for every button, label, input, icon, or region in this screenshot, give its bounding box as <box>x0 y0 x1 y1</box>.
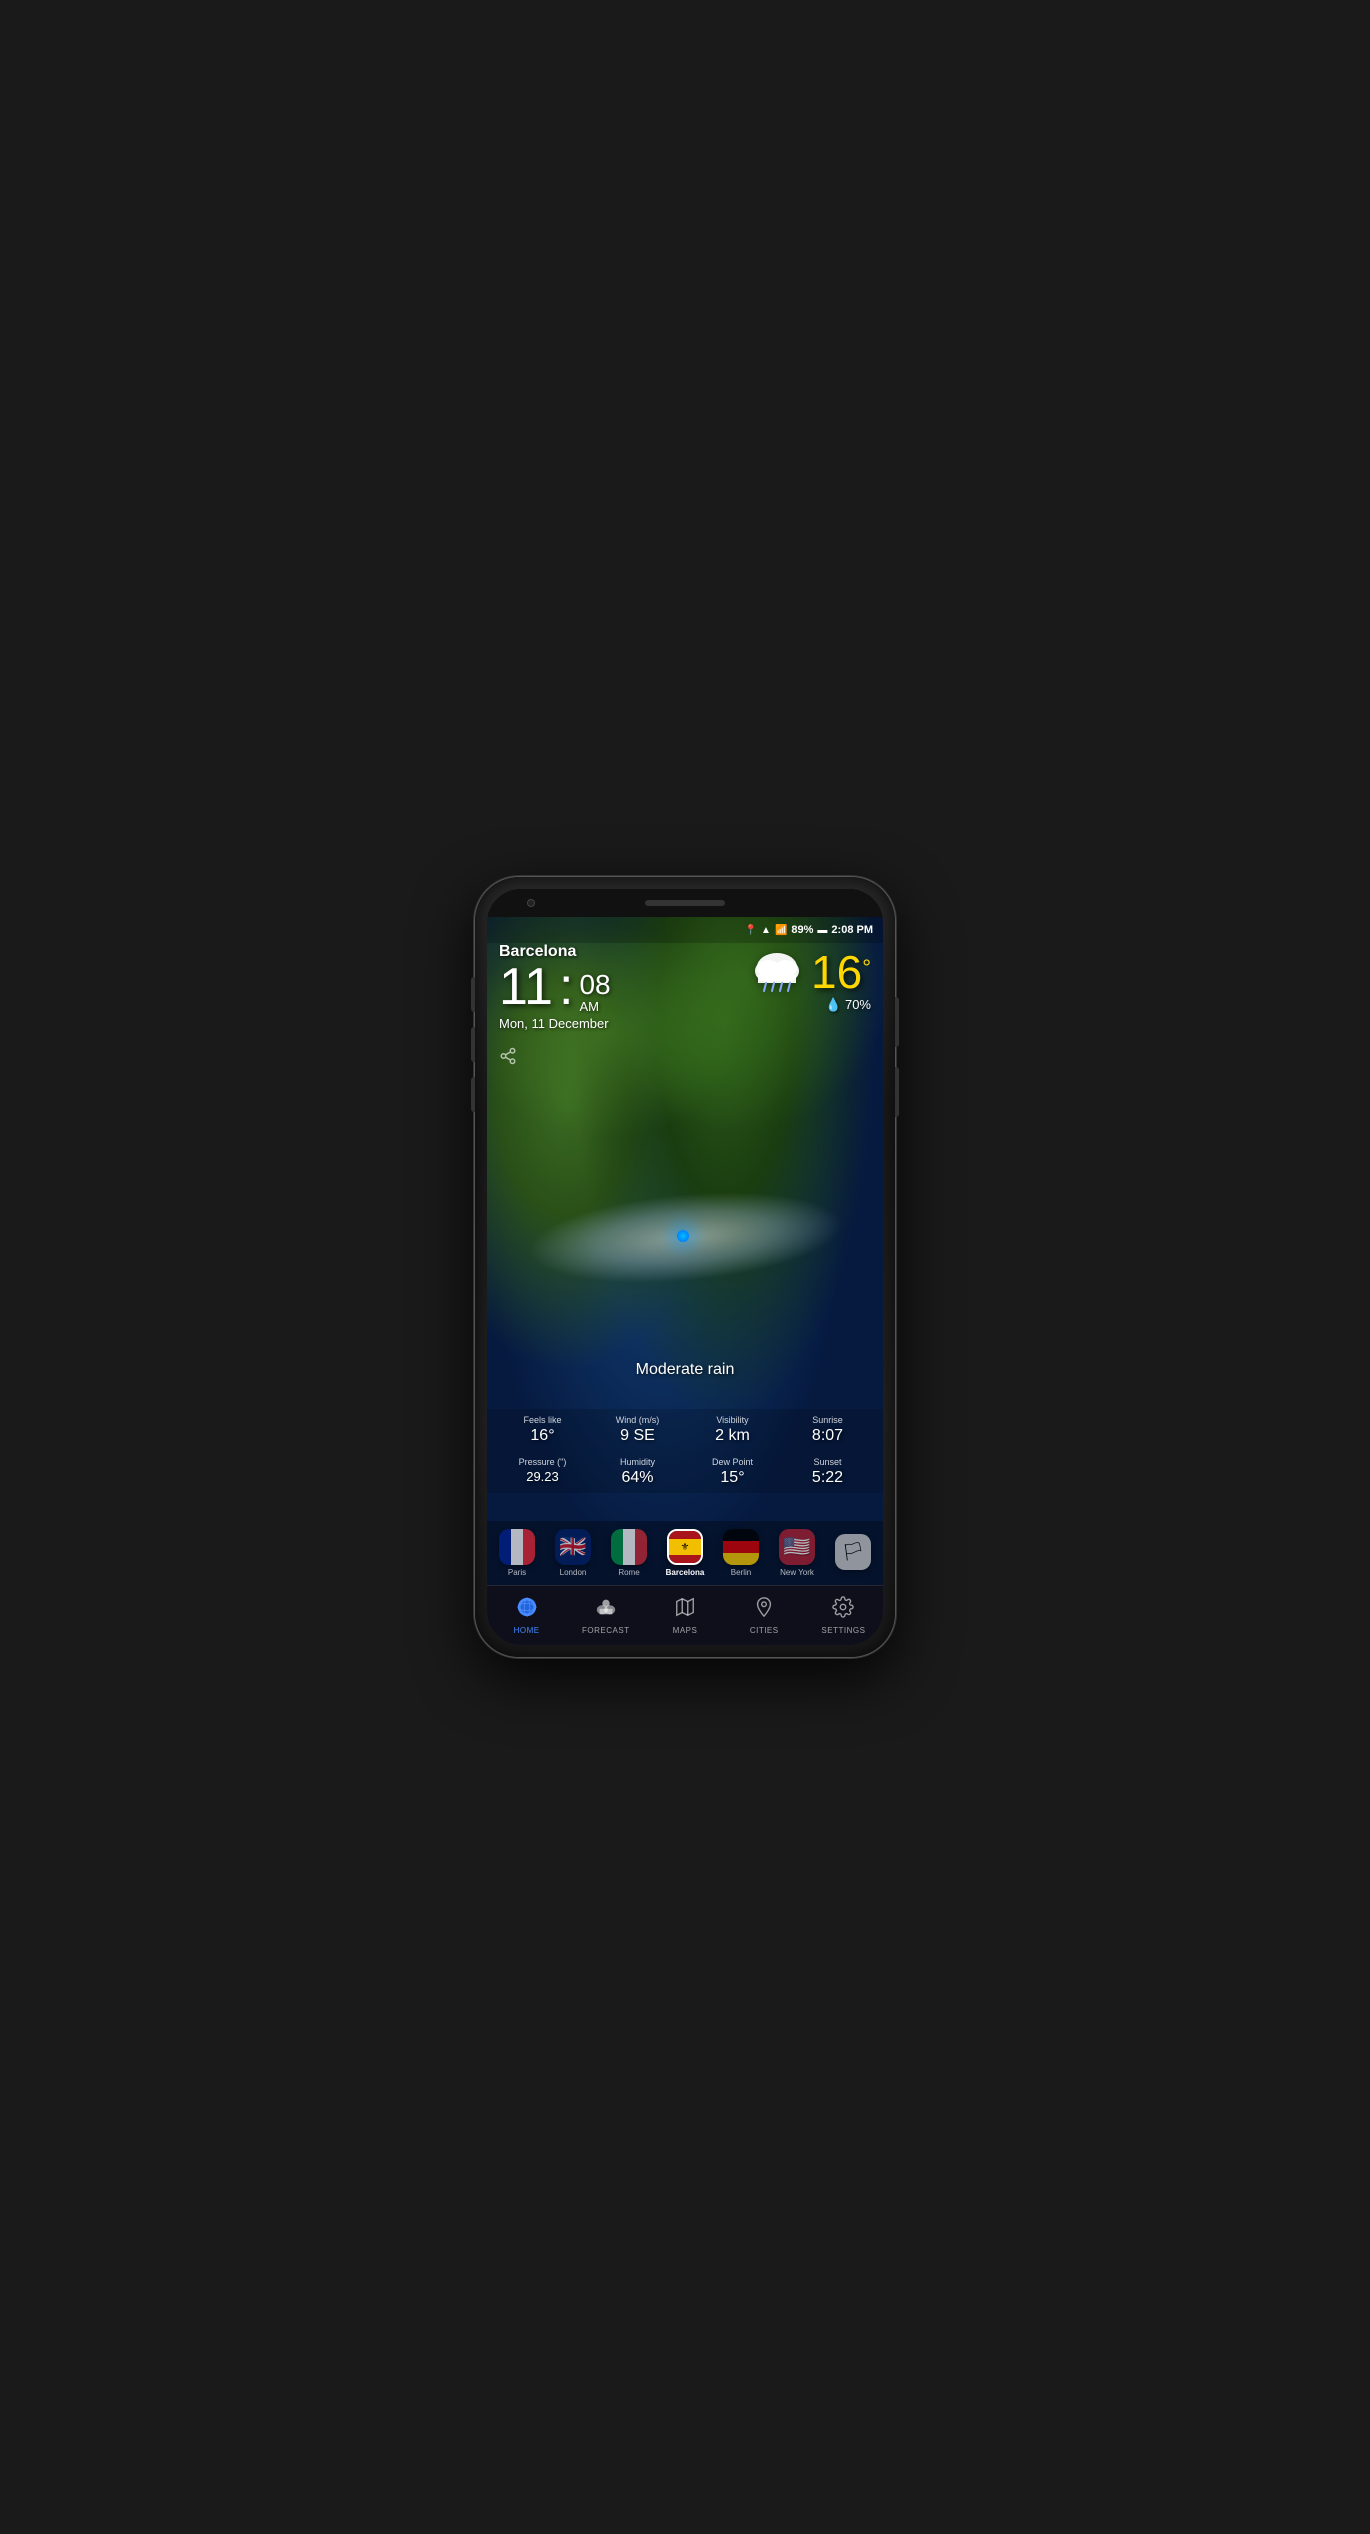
status-icons: 📍 ▲ 📶 89% ▬ 2:08 PM <box>745 924 873 936</box>
london-flag <box>555 1529 591 1565</box>
time-minutes: 08 <box>579 971 610 999</box>
city-paris[interactable]: Paris <box>491 1529 543 1577</box>
bottom-navigation: HOME FORECAST <box>487 1585 883 1645</box>
feels-like-label: Feels like <box>499 1415 586 1425</box>
visibility-stat: Visibility 2 km <box>685 1409 780 1451</box>
location-status-icon: 📍 <box>745 925 757 936</box>
us-flag <box>779 1529 815 1565</box>
city-london[interactable]: London <box>547 1529 599 1577</box>
italian-flag <box>611 1529 647 1565</box>
battery-icon: ▬ <box>817 925 827 936</box>
front-camera <box>527 899 535 907</box>
feels-like-stat: Feels like 16° <box>495 1409 590 1451</box>
uk-flag <box>555 1529 591 1565</box>
german-flag <box>723 1529 759 1565</box>
cities-row: Paris London <box>487 1521 883 1585</box>
status-bar: 📍 ▲ 📶 89% ▬ 2:08 PM <box>487 917 883 943</box>
home-nav-label: HOME <box>514 1626 540 1635</box>
city-rome[interactable]: Rome <box>603 1529 655 1577</box>
phone-frame: 📍 ▲ 📶 89% ▬ 2:08 PM Barcelona 11 : 08 AM <box>475 877 895 1657</box>
pressure-value: 29.23 <box>499 1469 586 1484</box>
weather-stats-grid: Feels like 16° Wind (m/s) 9 SE Visibilit… <box>487 1409 883 1493</box>
battery-percent: 89% <box>791 924 813 936</box>
city-barcelona[interactable]: ⚜ Barcelona <box>659 1529 711 1577</box>
new-york-label: New York <box>780 1568 814 1577</box>
humidity-drop-icon: 💧 <box>825 997 841 1012</box>
nav-settings[interactable]: SETTINGS <box>804 1590 883 1641</box>
maps-nav-label: MAPS <box>673 1626 698 1635</box>
rome-label: Rome <box>618 1568 639 1577</box>
dew-point-value: 15° <box>689 1469 776 1487</box>
feels-like-value: 16° <box>499 1427 586 1445</box>
paris-flag <box>499 1529 535 1565</box>
humidity-stat-label: Humidity <box>594 1457 681 1467</box>
other-flag-img <box>835 1534 871 1570</box>
barcelona-label: Barcelona <box>666 1568 705 1577</box>
temperature: 16 <box>811 949 862 995</box>
date: Mon, 11 December <box>499 1016 871 1031</box>
phone-top-bar <box>487 889 883 917</box>
nav-cities[interactable]: CITIES <box>725 1590 804 1641</box>
rome-flag <box>611 1529 647 1565</box>
nav-maps[interactable]: MAPS <box>645 1590 724 1641</box>
time-details: 08 AM <box>579 961 610 1014</box>
forecast-nav-icon <box>595 1596 617 1624</box>
wind-value: 9 SE <box>594 1427 681 1445</box>
time-ampm: AM <box>579 999 610 1014</box>
dew-point-stat: Dew Point 15° <box>685 1451 780 1493</box>
settings-nav-icon <box>832 1596 854 1624</box>
weather-icon-temp: 16 ° <box>750 947 871 997</box>
visibility-label: Visibility <box>689 1415 776 1425</box>
humidity-stat: Humidity 64% <box>590 1451 685 1493</box>
time-hour: 11 <box>499 961 553 1013</box>
humidity-row: 💧 70% <box>750 997 871 1013</box>
city-berlin[interactable]: Berlin <box>715 1529 767 1577</box>
nav-home[interactable]: HOME <box>487 1590 566 1641</box>
berlin-label: Berlin <box>731 1568 751 1577</box>
wind-label: Wind (m/s) <box>594 1415 681 1425</box>
wind-stat: Wind (m/s) 9 SE <box>590 1409 685 1451</box>
berlin-flag <box>723 1529 759 1565</box>
condition-description: Moderate rain <box>487 1361 883 1379</box>
cities-nav-label: CITIES <box>750 1626 779 1635</box>
sunset-value: 5:22 <box>784 1469 871 1487</box>
city-new-york[interactable]: New York <box>771 1529 823 1577</box>
pressure-stat: Pressure (") 29.23 <box>495 1451 590 1493</box>
nav-forecast[interactable]: FORECAST <box>566 1590 645 1641</box>
screen: 📍 ▲ 📶 89% ▬ 2:08 PM Barcelona 11 : 08 AM <box>487 917 883 1645</box>
sunset-stat: Sunset 5:22 <box>780 1451 875 1493</box>
share-icon[interactable] <box>499 1047 517 1070</box>
cloud-rain-icon <box>750 947 805 997</box>
time-colon: : <box>559 961 573 1013</box>
humidity-stat-value: 64% <box>594 1469 681 1487</box>
barcelona-flag: ⚜ <box>667 1529 703 1565</box>
signal-status-icon: 📶 <box>775 925 787 936</box>
visibility-value: 2 km <box>689 1427 776 1445</box>
pressure-label: Pressure (") <box>499 1457 586 1467</box>
sunset-label: Sunset <box>784 1457 871 1467</box>
city-other[interactable] <box>827 1534 879 1573</box>
weather-condition-area: 16 ° 💧 70% <box>750 947 871 1013</box>
new-york-flag <box>779 1529 815 1565</box>
forecast-nav-label: FORECAST <box>582 1626 630 1635</box>
sunrise-value: 8:07 <box>784 1427 871 1445</box>
speaker-grille <box>645 900 725 906</box>
spanish-flag: ⚜ <box>669 1531 701 1563</box>
location-dot <box>677 1230 689 1242</box>
sunrise-stat: Sunrise 8:07 <box>780 1409 875 1451</box>
paris-label: Paris <box>508 1568 526 1577</box>
settings-nav-label: SETTINGS <box>821 1626 865 1635</box>
wifi-status-icon: ▲ <box>761 925 771 936</box>
humidity-value: 70% <box>845 997 871 1012</box>
dew-point-label: Dew Point <box>689 1457 776 1467</box>
status-time: 2:08 PM <box>831 924 873 936</box>
sunrise-label: Sunrise <box>784 1415 871 1425</box>
cities-nav-icon <box>753 1596 775 1624</box>
london-label: London <box>560 1568 587 1577</box>
other-flag <box>835 1534 871 1570</box>
french-flag <box>499 1529 535 1565</box>
phone-screen: 📍 ▲ 📶 89% ▬ 2:08 PM Barcelona 11 : 08 AM <box>487 889 883 1645</box>
home-nav-icon <box>516 1596 538 1624</box>
maps-nav-icon <box>674 1596 696 1624</box>
